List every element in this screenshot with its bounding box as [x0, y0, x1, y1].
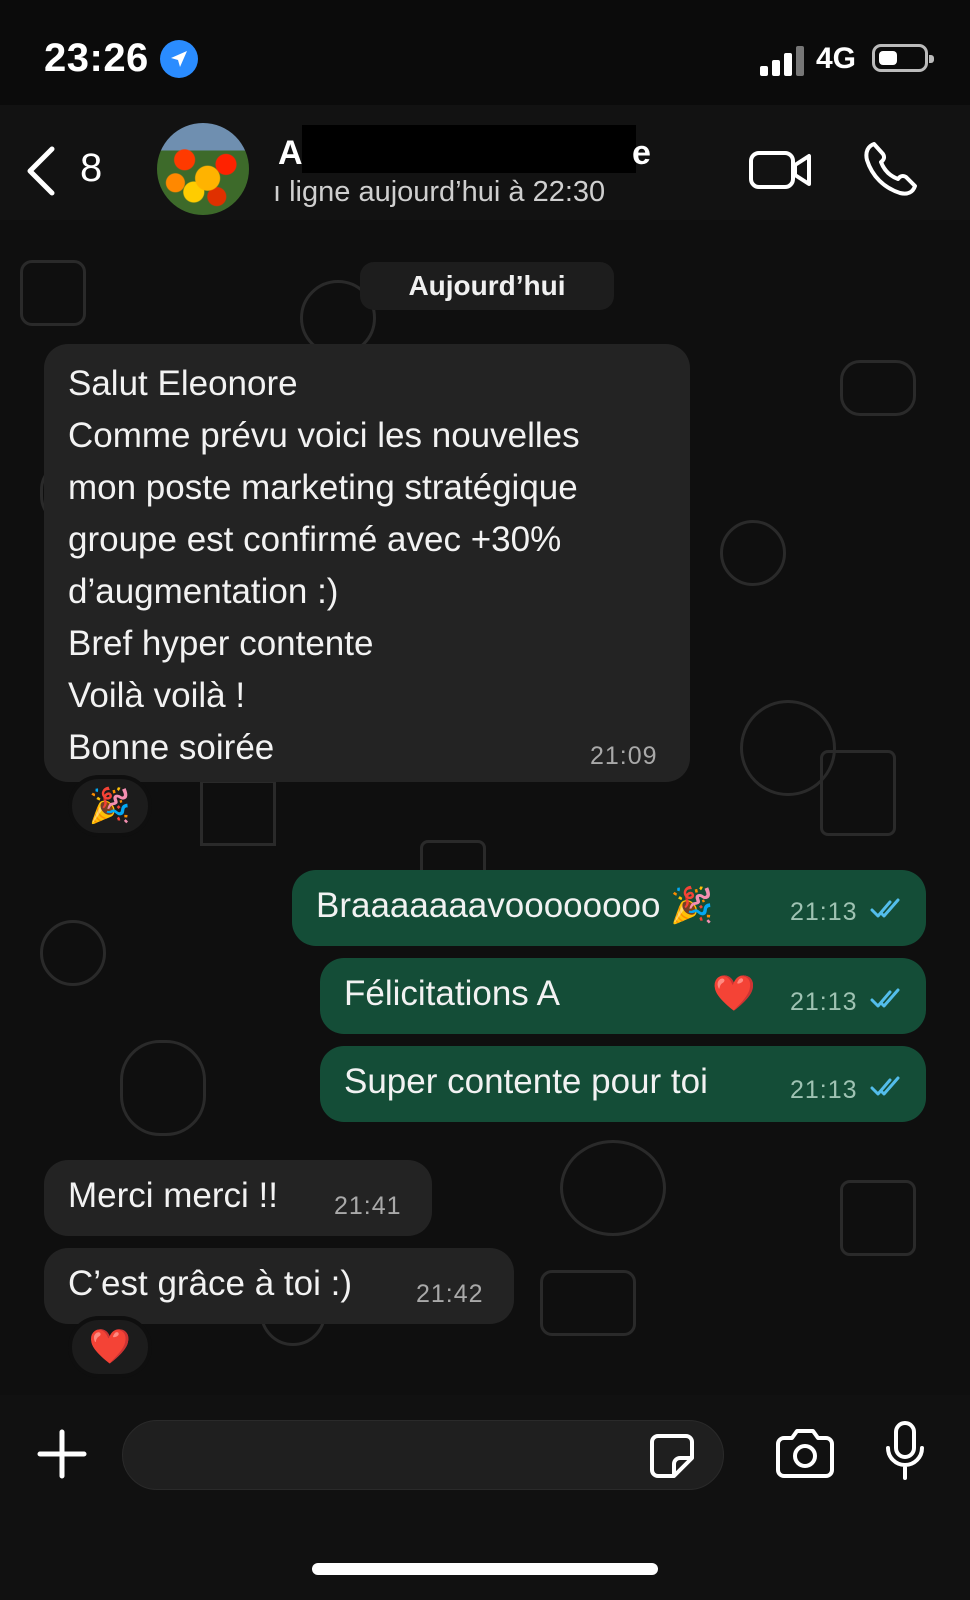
message-text: Salut Eleonore Comme prévu voici les nou… [68, 364, 580, 767]
contact-avatar[interactable] [157, 123, 249, 215]
message-reaction[interactable]: ❤️ [68, 1316, 152, 1378]
message-time: 21:13 [790, 898, 858, 926]
message-bubble-outgoing[interactable]: Super contente pour toi 21:13 [320, 1046, 926, 1122]
date-separator: Aujourd’hui [360, 262, 614, 310]
home-indicator[interactable] [312, 1563, 658, 1575]
contact-name[interactable]: A [278, 134, 303, 173]
sticker-icon[interactable] [648, 1432, 696, 1480]
message-text: C’est grâce à toi :) [68, 1264, 352, 1303]
message-time: 21:13 [790, 988, 858, 1016]
message-text: Merci merci !! [68, 1176, 278, 1215]
message-bubble-outgoing[interactable]: Braaaaaaavoooooooo 🎉 21:13 [292, 870, 926, 946]
unread-chats-count[interactable]: 8 [80, 146, 102, 191]
message-bubble-incoming[interactable]: Merci merci !! 21:41 [44, 1160, 432, 1236]
signal-icon [760, 46, 804, 76]
camera-icon[interactable] [774, 1428, 836, 1480]
message-reaction[interactable]: 🎉 [68, 775, 152, 837]
message-bubble-incoming[interactable]: Salut Eleonore Comme prévu voici les nou… [44, 344, 690, 782]
name-redaction-bar [302, 125, 636, 173]
double-check-icon [870, 988, 900, 1008]
message-time: 21:13 [790, 1076, 858, 1104]
phone-call-icon[interactable] [862, 140, 918, 198]
plus-icon[interactable] [36, 1428, 88, 1480]
status-bar-time: 23:26 [44, 36, 149, 80]
back-chevron-icon[interactable] [22, 145, 62, 197]
message-input[interactable] [122, 1420, 724, 1490]
message-time: 21:42 [416, 1280, 484, 1308]
battery-icon [872, 44, 934, 72]
message-bubble-incoming[interactable]: C’est grâce à toi :) 21:42 [44, 1248, 514, 1324]
message-time: 21:41 [334, 1192, 402, 1220]
message-time: 21:09 [590, 742, 658, 770]
message-bubble-outgoing[interactable]: Félicitations A ❤️ 21:13 [320, 958, 926, 1034]
double-check-icon [870, 898, 900, 918]
contact-last-seen: ı ligne aujourd’hui à 22:30 [273, 176, 606, 208]
contact-name-end[interactable]: e [632, 134, 651, 173]
video-call-icon[interactable] [748, 148, 812, 192]
message-text: Braaaaaaavoooooooo 🎉 [316, 886, 714, 925]
double-check-icon [870, 1076, 900, 1096]
location-arrow-icon [160, 40, 198, 78]
message-text: Félicitations A [344, 974, 560, 1013]
microphone-icon[interactable] [884, 1420, 926, 1482]
heart-emoji: ❤️ [712, 974, 756, 1013]
message-text: Super contente pour toi [344, 1062, 708, 1101]
network-type: 4G [816, 42, 857, 75]
